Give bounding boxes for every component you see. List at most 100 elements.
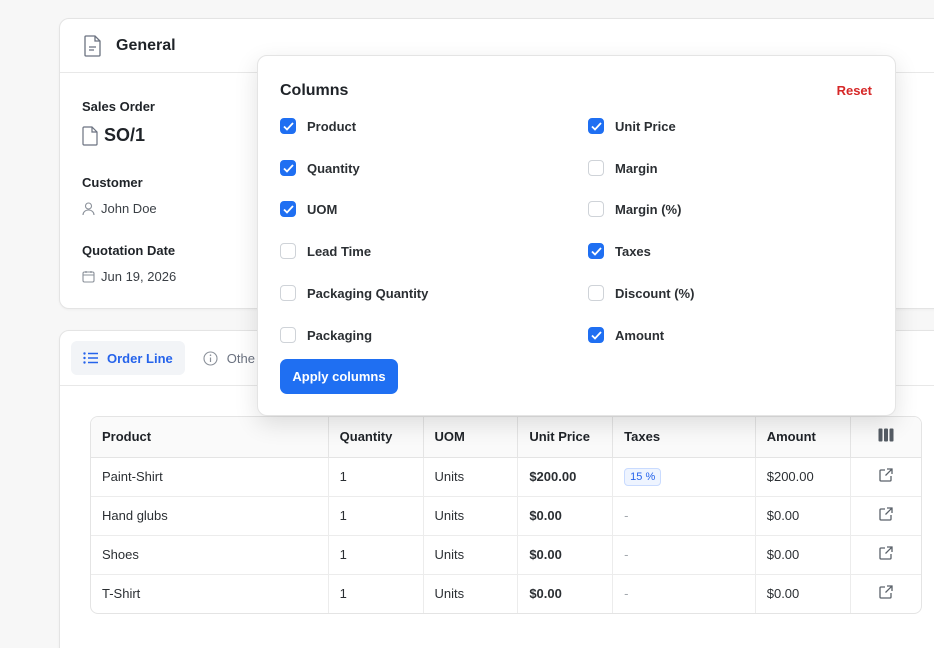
checkbox[interactable] bbox=[588, 285, 604, 301]
column-option-label: UOM bbox=[307, 201, 338, 217]
column-option-unit-price[interactable]: Unit Price bbox=[588, 118, 676, 134]
cell-amount: $0.00 bbox=[755, 574, 851, 613]
cell-quantity: 1 bbox=[328, 496, 424, 536]
tab-order-line-label: Order Line bbox=[107, 350, 173, 366]
checkbox[interactable] bbox=[588, 201, 604, 217]
column-header-uom[interactable]: UOM bbox=[423, 417, 519, 458]
cell-product: Hand glubs bbox=[91, 496, 329, 536]
tab-order-line[interactable]: Order Line bbox=[71, 341, 185, 375]
column-header-unit-price[interactable]: Unit Price bbox=[517, 417, 614, 458]
external-link-icon bbox=[879, 585, 893, 599]
list-icon bbox=[83, 352, 98, 364]
column-option-margin-percent[interactable]: Margin (%) bbox=[588, 201, 681, 217]
column-option-label: Margin (%) bbox=[615, 201, 682, 217]
column-option-label: Taxes bbox=[615, 243, 651, 259]
column-option-label: Unit Price bbox=[615, 118, 676, 134]
open-row-button[interactable] bbox=[850, 496, 921, 536]
column-option-packaging-quantity[interactable]: Packaging Quantity bbox=[280, 285, 428, 301]
order-lines-table: Product Quantity UOM Unit Price Taxes Am… bbox=[90, 416, 922, 614]
table-row[interactable]: T-Shirt 1 Units $0.00 - $0.00 bbox=[91, 574, 921, 613]
cell-product: T-Shirt bbox=[91, 574, 329, 613]
column-option-discount-percent[interactable]: Discount (%) bbox=[588, 285, 694, 301]
cell-uom: Units bbox=[423, 457, 519, 497]
sales-order-number: SO/1 bbox=[104, 125, 146, 145]
reset-button[interactable]: Reset bbox=[837, 83, 872, 98]
cell-amount: $0.00 bbox=[755, 496, 851, 536]
table-header-row: Product Quantity UOM Unit Price Taxes Am… bbox=[91, 417, 921, 458]
columns-popover: Columns Reset Product Quantity UOM Lead … bbox=[257, 55, 896, 416]
checkbox[interactable] bbox=[280, 327, 296, 343]
column-option-label: Product bbox=[307, 118, 357, 134]
tab-other-info-label: Othe bbox=[226, 350, 255, 366]
cell-quantity: 1 bbox=[328, 535, 424, 575]
customer-label: Customer bbox=[82, 175, 143, 190]
column-option-label: Packaging Quantity bbox=[307, 285, 429, 301]
columns-settings-button[interactable] bbox=[850, 417, 921, 458]
document-icon bbox=[84, 34, 101, 57]
checkbox[interactable] bbox=[280, 160, 296, 176]
checkbox[interactable] bbox=[588, 327, 604, 343]
checkbox[interactable] bbox=[280, 243, 296, 259]
document-icon bbox=[82, 125, 98, 146]
quotation-date-label: Quotation Date bbox=[82, 243, 176, 258]
column-option-margin[interactable]: Margin bbox=[588, 160, 658, 176]
cell-taxes: - bbox=[612, 535, 756, 575]
quotation-date-value: Jun 19, 2026 bbox=[82, 269, 176, 284]
general-title: General bbox=[116, 36, 176, 54]
cell-quantity: 1 bbox=[328, 574, 424, 613]
cell-amount: $0.00 bbox=[755, 535, 851, 575]
checkbox[interactable] bbox=[280, 201, 296, 217]
cell-product: Paint-Shirt bbox=[91, 457, 329, 497]
checkbox[interactable] bbox=[588, 243, 604, 259]
cell-uom: Units bbox=[423, 496, 519, 536]
calendar-icon bbox=[82, 271, 95, 283]
table-row[interactable]: Shoes 1 Units $0.00 - $0.00 bbox=[91, 535, 921, 575]
tax-badge: 15 % bbox=[624, 467, 662, 486]
columns-icon bbox=[878, 428, 894, 442]
external-link-icon bbox=[879, 507, 893, 521]
column-option-label: Lead Time bbox=[307, 243, 372, 259]
column-header-product[interactable]: Product bbox=[91, 417, 329, 458]
cell-uom: Units bbox=[423, 574, 519, 613]
tab-other-info[interactable]: Othe bbox=[191, 341, 267, 375]
column-option-uom[interactable]: UOM bbox=[280, 201, 337, 217]
checkbox[interactable] bbox=[588, 160, 604, 176]
columns-popover-title: Columns bbox=[280, 82, 349, 99]
cell-product: Shoes bbox=[91, 535, 329, 575]
cell-unit-price: $0.00 bbox=[517, 574, 614, 613]
quotation-date: Jun 19, 2026 bbox=[101, 269, 177, 284]
column-header-quantity[interactable]: Quantity bbox=[328, 417, 424, 458]
column-option-amount[interactable]: Amount bbox=[588, 327, 664, 343]
column-option-label: Packaging bbox=[307, 327, 373, 343]
apply-columns-button[interactable]: Apply columns bbox=[280, 359, 398, 394]
checkbox[interactable] bbox=[280, 118, 296, 134]
column-option-packaging[interactable]: Packaging bbox=[280, 327, 372, 343]
cell-unit-price: $0.00 bbox=[517, 535, 614, 575]
column-option-lead-time[interactable]: Lead Time bbox=[280, 243, 371, 259]
column-option-label: Amount bbox=[615, 327, 665, 343]
info-icon bbox=[203, 350, 218, 366]
open-row-button[interactable] bbox=[850, 535, 921, 575]
cell-unit-price: $200.00 bbox=[517, 457, 614, 497]
user-icon bbox=[82, 201, 95, 215]
open-row-button[interactable] bbox=[850, 457, 921, 497]
cell-amount: $200.00 bbox=[755, 457, 851, 497]
column-option-label: Discount (%) bbox=[615, 285, 695, 301]
column-option-quantity[interactable]: Quantity bbox=[280, 160, 360, 176]
sales-order-value: SO/1 bbox=[82, 125, 145, 146]
external-link-icon bbox=[879, 546, 893, 560]
cell-taxes: 15 % bbox=[612, 457, 756, 497]
open-row-button[interactable] bbox=[850, 574, 921, 613]
column-header-amount[interactable]: Amount bbox=[755, 417, 851, 458]
checkbox[interactable] bbox=[280, 285, 296, 301]
column-option-taxes[interactable]: Taxes bbox=[588, 243, 651, 259]
sales-order-label: Sales Order bbox=[82, 99, 155, 114]
column-option-label: Margin bbox=[615, 160, 658, 176]
customer-value: John Doe bbox=[82, 201, 157, 216]
checkbox[interactable] bbox=[588, 118, 604, 134]
table-row[interactable]: Paint-Shirt 1 Units $200.00 15 % $200.00 bbox=[91, 457, 921, 497]
customer-name: John Doe bbox=[101, 201, 157, 216]
table-row[interactable]: Hand glubs 1 Units $0.00 - $0.00 bbox=[91, 496, 921, 536]
column-option-product[interactable]: Product bbox=[280, 118, 356, 134]
column-header-taxes[interactable]: Taxes bbox=[612, 417, 756, 458]
